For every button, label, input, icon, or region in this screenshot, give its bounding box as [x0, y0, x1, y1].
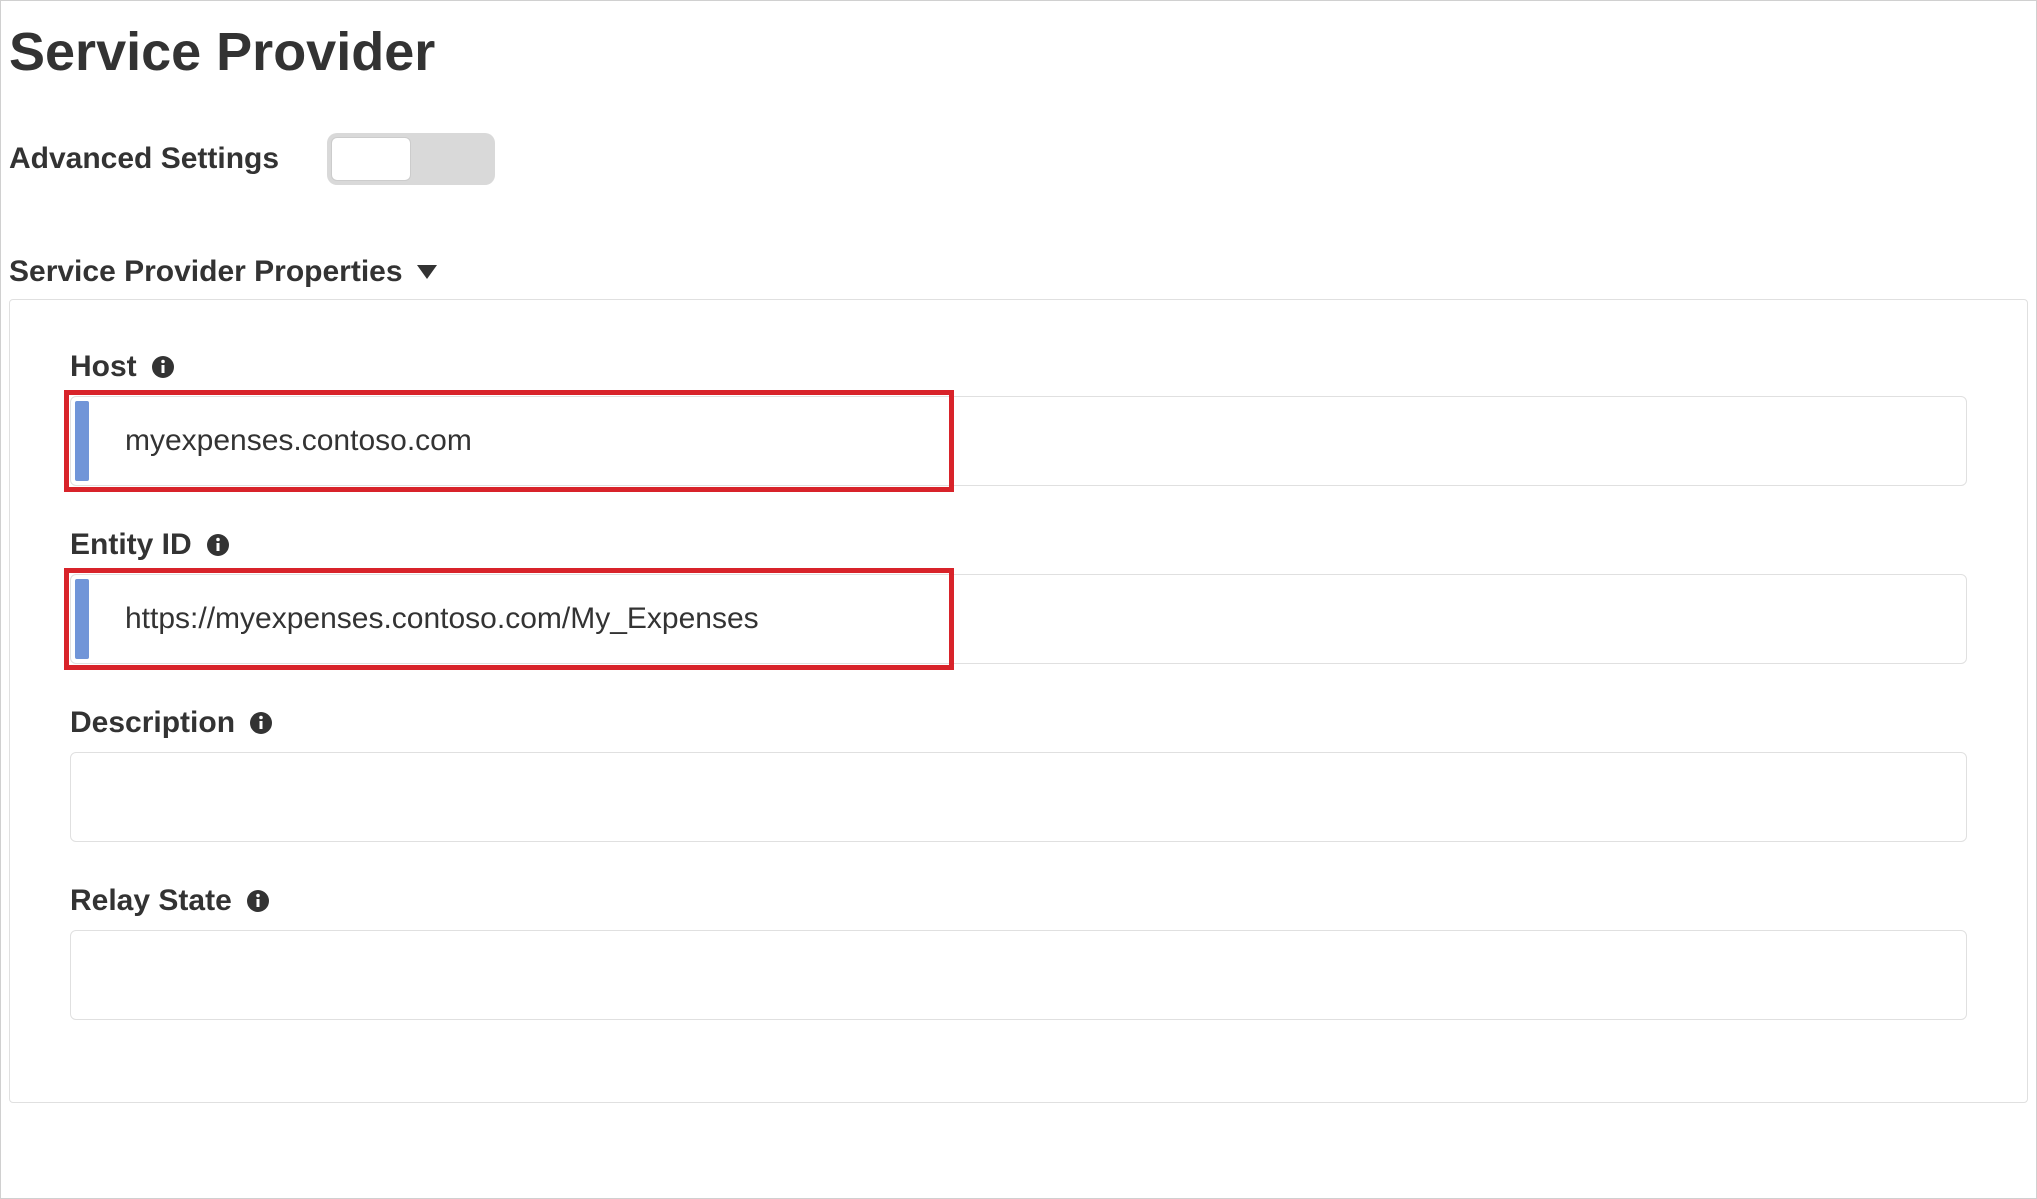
page-title: Service Provider [1, 1, 2036, 93]
service-provider-properties-panel: Host Entity ID Description [9, 299, 2028, 1103]
info-icon[interactable] [246, 889, 270, 913]
advanced-settings-label: Advanced Settings [9, 142, 279, 176]
relay-state-input[interactable] [70, 930, 1967, 1020]
host-input[interactable] [70, 396, 1967, 486]
host-label: Host [70, 350, 137, 384]
host-field-group: Host [70, 350, 1967, 486]
advanced-settings-toggle[interactable] [327, 133, 495, 185]
description-input[interactable] [70, 752, 1967, 842]
description-label: Description [70, 706, 235, 740]
relay-state-label: Relay State [70, 884, 232, 918]
info-icon[interactable] [151, 355, 175, 379]
caret-down-icon [417, 265, 437, 279]
entity-id-label: Entity ID [70, 528, 192, 562]
description-field-group: Description [70, 706, 1967, 842]
section-header-label: Service Provider Properties [9, 255, 403, 289]
advanced-settings-row: Advanced Settings [1, 93, 2036, 215]
service-provider-properties-header[interactable]: Service Provider Properties [1, 215, 2036, 299]
relay-state-field-group: Relay State [70, 884, 1967, 1020]
entity-id-field-group: Entity ID [70, 528, 1967, 664]
toggle-knob [331, 137, 411, 181]
entity-id-input[interactable] [70, 574, 1967, 664]
info-icon[interactable] [206, 533, 230, 557]
info-icon[interactable] [249, 711, 273, 735]
